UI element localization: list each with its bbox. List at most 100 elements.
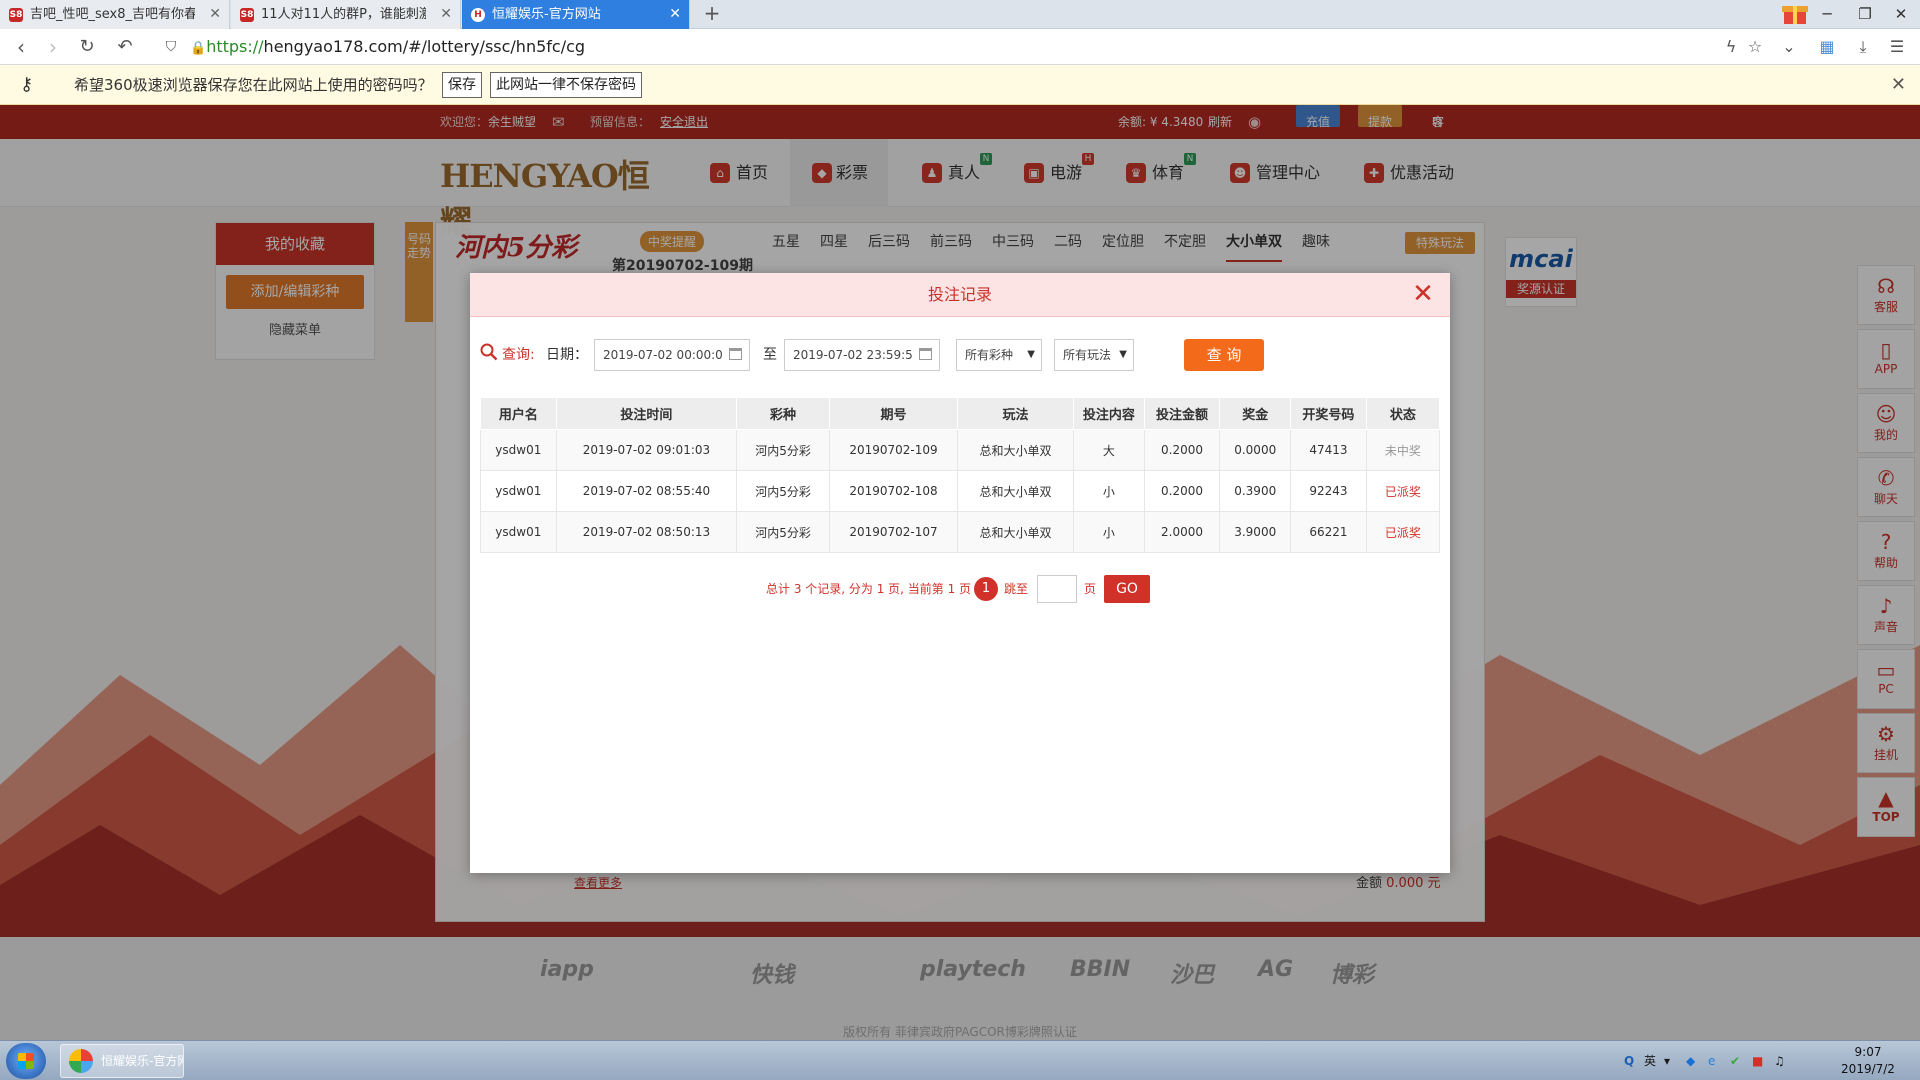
clock-time: 9:07 bbox=[1854, 1045, 1882, 1059]
cell-prize: 3.9000 bbox=[1219, 511, 1292, 553]
tray-caret-icon[interactable]: ▾ bbox=[1664, 1041, 1670, 1080]
cell-play: 总和大小单双 bbox=[957, 429, 1074, 471]
calendar-icon[interactable] bbox=[729, 348, 742, 360]
cell-draw-number: 47413 bbox=[1290, 429, 1367, 471]
browser-tab-3-active[interactable]: H 恒耀娱乐-官方网站 ✕ bbox=[462, 0, 690, 29]
col-status: 状态 bbox=[1365, 397, 1441, 430]
modal-close-icon[interactable]: ✕ bbox=[1408, 279, 1438, 309]
play-type-select[interactable]: 所有玩法 ▼ bbox=[1054, 339, 1134, 371]
cell-draw-number: 92243 bbox=[1290, 470, 1367, 512]
bookmark-star-icon[interactable]: ☆ bbox=[1740, 29, 1770, 65]
minimize-icon[interactable]: ─ bbox=[1808, 0, 1846, 29]
cell-period: 20190702-107 bbox=[828, 511, 959, 553]
search-icon bbox=[480, 343, 498, 361]
window-close-icon[interactable]: ✕ bbox=[1882, 0, 1920, 29]
cell-lottery: 河内5分彩 bbox=[736, 511, 830, 553]
cell-prize: 0.0000 bbox=[1219, 429, 1292, 471]
tab-close-icon[interactable]: ✕ bbox=[209, 0, 221, 29]
bet-record-table: 用户名 投注时间 彩种 期号 玩法 投注内容 投注金额 奖金 开奖号码 状态 y… bbox=[480, 397, 1441, 553]
current-page-button[interactable]: 1 bbox=[974, 577, 998, 601]
col-period: 期号 bbox=[828, 397, 959, 430]
security-tray-icon[interactable]: ✔ bbox=[1730, 1041, 1740, 1080]
start-date-input[interactable] bbox=[594, 339, 750, 371]
undo-icon[interactable]: ↶ bbox=[108, 29, 142, 65]
clock-date: 2019/7/2 bbox=[1841, 1062, 1895, 1076]
tab-title: 吉吧_性吧_sex8_吉吧有你春暖花开 bbox=[30, 7, 195, 22]
browser-tab-1[interactable]: S8 吉吧_性吧_sex8_吉吧有你春暖花开 ✕ bbox=[0, 0, 230, 29]
cell-bet-content: 小 bbox=[1072, 511, 1145, 553]
page-unit-label: 页 bbox=[1084, 582, 1097, 596]
table-row[interactable]: ysdw01 2019-07-02 08:55:40 河内5分彩 2019070… bbox=[480, 470, 1441, 512]
reload-icon[interactable]: ↻ bbox=[70, 29, 104, 65]
col-bet-time: 投注时间 bbox=[555, 397, 738, 430]
col-prize: 奖金 bbox=[1219, 397, 1292, 430]
table-row[interactable]: ysdw01 2019-07-02 09:01:03 河内5分彩 2019070… bbox=[480, 429, 1441, 471]
table-header-row: 用户名 投注时间 彩种 期号 玩法 投注内容 投注金额 奖金 开奖号码 状态 bbox=[480, 397, 1441, 430]
app-tray-icon[interactable]: ■ bbox=[1752, 1041, 1763, 1080]
shield-icon[interactable]: ⛉ bbox=[156, 29, 186, 65]
system-clock[interactable]: 9:07 2019/7/2 bbox=[1838, 1044, 1898, 1078]
url-field[interactable]: 🔒https://hengyao178.com/#/lottery/ssc/hn… bbox=[190, 29, 585, 65]
cell-period: 20190702-108 bbox=[828, 470, 959, 512]
browser-tab-bar: S8 吉吧_性吧_sex8_吉吧有你春暖花开 ✕ S8 11人对11人的群P，谁… bbox=[0, 0, 1920, 29]
cell-username: ysdw01 bbox=[480, 470, 557, 512]
tab-title: 11人对11人的群P，谁能刺激你 bbox=[261, 7, 426, 22]
taskbar-browser-window[interactable]: 恒耀娱乐-官方网... bbox=[60, 1044, 184, 1078]
caret-down-icon: ▼ bbox=[1119, 349, 1127, 360]
url-scheme: https:// bbox=[206, 37, 264, 56]
password-save-bar: ⚷ 希望360极速浏览器保存您在此网站上使用的密码吗？ 保存 此网站一律不保存密… bbox=[0, 65, 1920, 105]
go-button[interactable]: GO bbox=[1104, 575, 1150, 603]
query-button[interactable]: 查 询 bbox=[1184, 339, 1264, 371]
url-path: hengyao178.com/#/lottery/ssc/hn5fc/cg bbox=[263, 37, 586, 56]
table-row[interactable]: ysdw01 2019-07-02 08:50:13 河内5分彩 2019070… bbox=[480, 511, 1441, 553]
tab-close-icon[interactable]: ✕ bbox=[440, 0, 452, 29]
start-button-icon[interactable] bbox=[6, 1043, 46, 1079]
apps-grid-icon[interactable]: ▦ bbox=[1812, 29, 1842, 65]
site-favicon-icon: S8 bbox=[9, 8, 23, 22]
lock-icon: 🔒 bbox=[190, 41, 207, 56]
menu-icon[interactable]: ☰ bbox=[1882, 29, 1912, 65]
calendar-icon[interactable] bbox=[919, 348, 932, 360]
lottery-type-select[interactable]: 所有彩种 ▼ bbox=[956, 339, 1042, 371]
download-icon[interactable]: ⤓ bbox=[1848, 29, 1878, 65]
col-lottery: 彩种 bbox=[736, 397, 830, 430]
cell-bet-content: 小 bbox=[1072, 470, 1145, 512]
cell-bet-time: 2019-07-02 08:55:40 bbox=[555, 470, 738, 512]
col-draw-number: 开奖号码 bbox=[1290, 397, 1367, 430]
cell-bet-content: 大 bbox=[1072, 429, 1145, 471]
cell-bet-time: 2019-07-02 08:50:13 bbox=[555, 511, 738, 553]
chevron-down-icon[interactable]: ⌄ bbox=[1774, 29, 1804, 65]
query-label: 查询: bbox=[502, 347, 535, 363]
tab-close-icon[interactable]: ✕ bbox=[669, 0, 681, 29]
col-bet-amount: 投注金额 bbox=[1143, 397, 1221, 430]
qq-input-icon[interactable]: Q bbox=[1624, 1041, 1634, 1080]
cell-draw-number: 66221 bbox=[1290, 511, 1367, 553]
network-tray-icon[interactable]: ◆ bbox=[1686, 1041, 1695, 1080]
back-icon[interactable]: ‹ bbox=[4, 29, 38, 65]
new-tab-icon[interactable]: + bbox=[698, 0, 726, 29]
gift-box-icon[interactable] bbox=[1780, 0, 1810, 26]
never-save-password-button[interactable]: 此网站一律不保存密码 bbox=[490, 72, 642, 98]
caret-down-icon: ▼ bbox=[1027, 349, 1035, 360]
page-number-input[interactable] bbox=[1037, 575, 1077, 603]
forward-icon[interactable]: › bbox=[36, 29, 70, 65]
play-type-value: 所有玩法 bbox=[1063, 348, 1112, 362]
col-bet-content: 投注内容 bbox=[1072, 397, 1145, 430]
cell-status: 未中奖 bbox=[1365, 429, 1441, 471]
browser-tab-2[interactable]: S8 11人对11人的群P，谁能刺激你 ✕ bbox=[231, 0, 461, 29]
record-summary: 总计 3 个记录, 分为 1 页, 当前第 1 页 bbox=[766, 582, 972, 596]
pagination: 总计 3 个记录, 分为 1 页, 当前第 1 页 1 跳至 页 GO bbox=[470, 575, 1450, 603]
cell-bet-amount: 2.0000 bbox=[1143, 511, 1221, 553]
ime-indicator[interactable]: 英 bbox=[1644, 1041, 1656, 1080]
cell-bet-amount: 0.2000 bbox=[1143, 429, 1221, 471]
close-bar-icon[interactable]: ✕ bbox=[1891, 65, 1906, 105]
save-password-button[interactable]: 保存 bbox=[442, 72, 482, 98]
volume-tray-icon[interactable]: ♫ bbox=[1774, 1041, 1785, 1080]
ie-tray-icon[interactable]: e bbox=[1708, 1041, 1715, 1080]
jump-to-label: 跳至 bbox=[1004, 582, 1029, 596]
restore-icon[interactable]: ❐ bbox=[1846, 0, 1884, 29]
modal-title: 投注记录 bbox=[927, 285, 992, 304]
lottery-type-value: 所有彩种 bbox=[965, 348, 1014, 362]
end-date-input[interactable] bbox=[784, 339, 940, 371]
cell-lottery: 河内5分彩 bbox=[736, 470, 830, 512]
